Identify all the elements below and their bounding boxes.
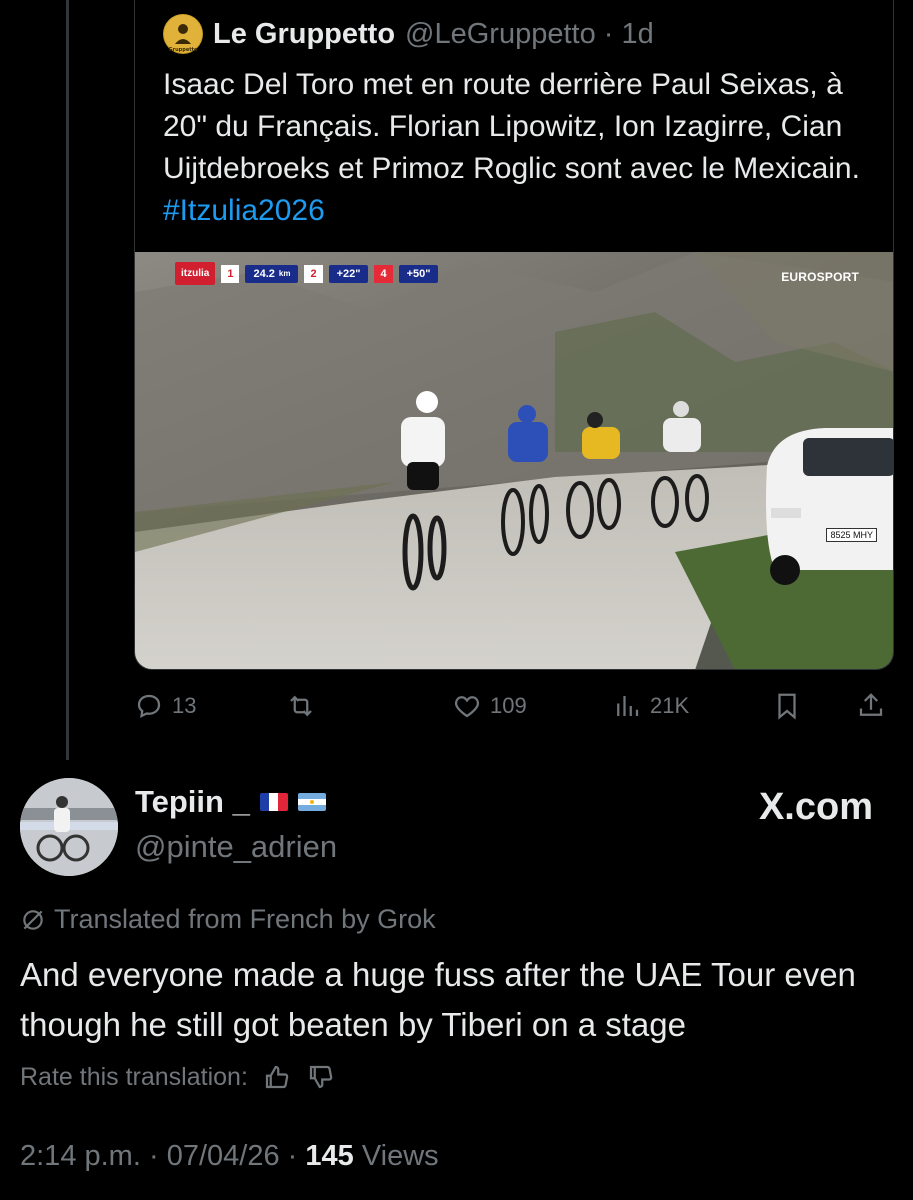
analytics-icon	[617, 696, 639, 716]
cyclist-logo-icon: Gruppetto	[164, 15, 202, 53]
rate-translation-row: Rate this translation:	[20, 1062, 336, 1092]
bookmark-icon	[778, 693, 796, 720]
argentina-flag-icon	[297, 793, 326, 811]
quoted-text-body: Isaac Del Toro met en route derrière Pau…	[163, 68, 860, 185]
tweet-date[interactable]: 07/04/26	[167, 1140, 280, 1172]
like-count: 109	[490, 693, 527, 718]
quoted-author-handle[interactable]: @LeGruppetto · 1d	[405, 18, 654, 51]
thread-connector-line	[66, 0, 69, 760]
svg-text:Gruppetto: Gruppetto	[169, 47, 198, 53]
retweet-icon	[290, 695, 312, 717]
race-timing-overlay: itzulia 1 24.2 km 2 +22" 4 +50"	[175, 262, 439, 285]
cyclist-avatar-image	[20, 778, 118, 876]
share-icon	[859, 693, 883, 716]
quoted-tweet-header: Gruppetto Le Gruppetto @LeGruppetto · 1d	[163, 14, 654, 54]
reply-text: And everyone made a huge fuss after the …	[20, 956, 856, 1043]
overlay-distance: 24.2 km	[245, 264, 299, 283]
quoted-time: 1d	[621, 17, 654, 50]
views-button[interactable]: 21K	[612, 688, 689, 724]
overlay-distance-value: 24.2	[253, 267, 275, 280]
tweet-time[interactable]: 2:14 p.m.	[20, 1140, 141, 1172]
tweet-views-count: 145	[305, 1140, 354, 1172]
reply-button[interactable]: 13	[134, 688, 196, 724]
quoted-handle-text: @LeGruppetto	[405, 17, 596, 50]
views-count: 21K	[650, 693, 690, 718]
tweet-video-media[interactable]: itzulia 1 24.2 km 2 +22" 4 +50" EUROSPORT…	[135, 252, 893, 669]
reply-author-name-row: Tepiin _	[135, 784, 326, 820]
quoted-tweet-text: Isaac Del Toro met en route derrière Pau…	[163, 64, 863, 232]
like-button[interactable]: 109	[452, 688, 527, 724]
france-flag-icon	[259, 793, 288, 811]
reply-author-name[interactable]: Tepiin _	[135, 784, 250, 820]
quoted-author-avatar[interactable]: Gruppetto	[163, 14, 203, 54]
race-scene-image	[135, 252, 893, 669]
overlay-pos1: 1	[221, 264, 240, 283]
reply-icon	[137, 694, 161, 718]
overlay-pos2: 2	[304, 264, 323, 283]
quoted-author-name[interactable]: Le Gruppetto	[213, 18, 395, 51]
tweet-views-label: Views	[361, 1140, 439, 1172]
overlay-gap4: +50"	[398, 264, 439, 283]
heart-icon	[454, 696, 480, 718]
quoted-tweet-card[interactable]: Gruppetto Le Gruppetto @LeGruppetto · 1d…	[134, 0, 894, 670]
overlay-gap2: +22"	[328, 264, 369, 283]
thumbs-down-icon[interactable]	[306, 1062, 336, 1092]
quoted-tweet-actions: 13 109 21K	[134, 688, 894, 724]
reply-count: 13	[172, 693, 197, 718]
broadcaster-logo: EUROSPORT	[781, 270, 859, 284]
share-button[interactable]	[856, 688, 886, 724]
bookmark-button[interactable]	[772, 688, 802, 724]
grok-icon	[23, 909, 43, 930]
rate-translation-label: Rate this translation:	[20, 1062, 248, 1091]
retweet-button[interactable]	[286, 688, 324, 724]
overlay-distance-unit: km	[278, 269, 291, 278]
tweet-metadata: 2:14 p.m. · 07/04/26 · 145 Views	[20, 1140, 439, 1172]
hashtag-link[interactable]: #Itzulia2026	[163, 194, 325, 227]
translation-label: Translated from French by Grok	[54, 904, 436, 934]
source-watermark: X.com	[758, 786, 873, 828]
overlay-pos4: 4	[374, 264, 393, 283]
reply-author-handle[interactable]: @pinte_adrien	[135, 829, 337, 865]
reply-author-avatar[interactable]	[20, 778, 118, 876]
thumbs-up-icon[interactable]	[262, 1062, 292, 1092]
car-license-plate: 8525 MHY	[826, 528, 877, 542]
race-logo: itzulia	[175, 262, 216, 285]
translation-notice: Translated from French by Grok	[20, 904, 436, 935]
